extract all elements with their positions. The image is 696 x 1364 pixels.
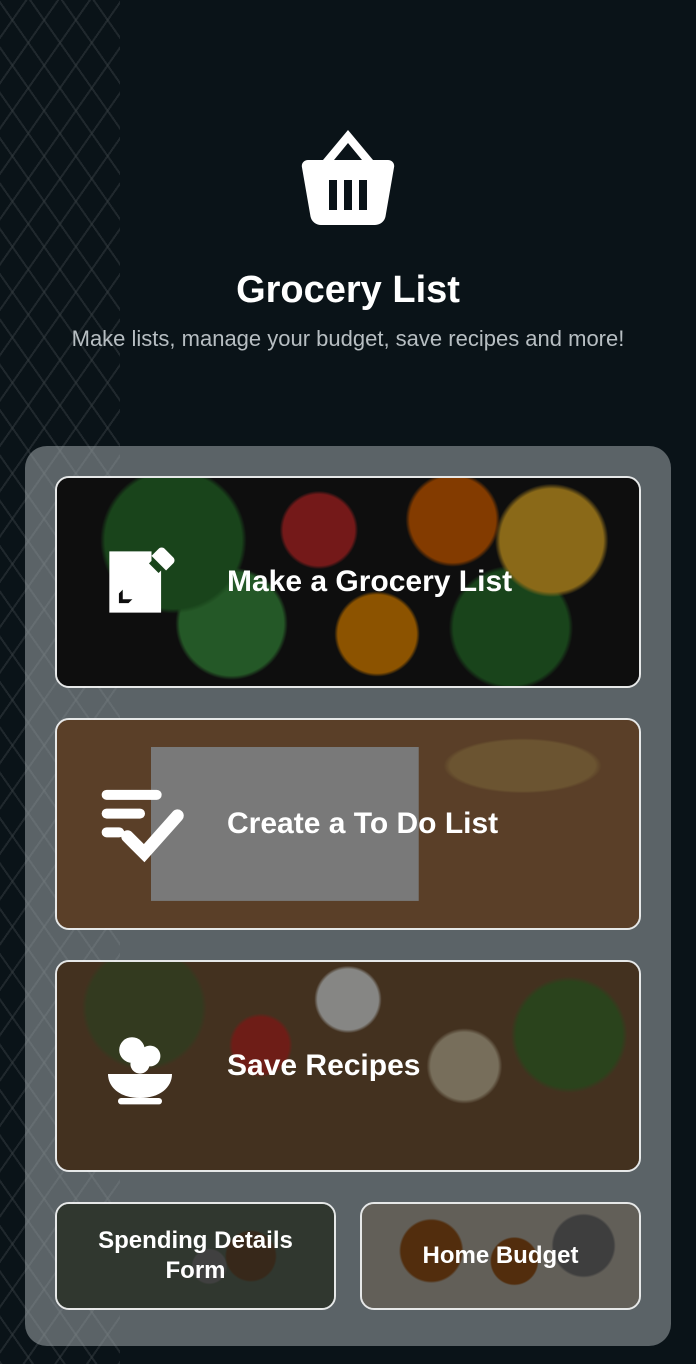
card-make-grocery-list[interactable]: Make a Grocery List bbox=[55, 476, 641, 688]
checklist-icon bbox=[85, 774, 195, 874]
basket-icon bbox=[288, 120, 408, 245]
noodle-bowl-icon bbox=[85, 1018, 195, 1114]
card-spending-details-form[interactable]: Spending Details Form bbox=[55, 1202, 336, 1310]
card-label: Home Budget bbox=[423, 1241, 579, 1271]
card-label: Save Recipes bbox=[227, 1049, 420, 1083]
card-create-todo-list[interactable]: Create a To Do List bbox=[55, 718, 641, 930]
actions-panel: Make a Grocery List Create a To Do List bbox=[25, 446, 671, 1346]
page-subtitle: Make lists, manage your budget, save rec… bbox=[0, 326, 696, 352]
page-title: Grocery List bbox=[0, 269, 696, 312]
card-label: Make a Grocery List bbox=[227, 565, 512, 599]
card-home-budget[interactable]: Home Budget bbox=[360, 1202, 641, 1310]
card-label: Spending Details Form bbox=[71, 1226, 320, 1286]
pencil-square-icon bbox=[85, 536, 195, 628]
card-save-recipes[interactable]: Save Recipes bbox=[55, 960, 641, 1172]
card-label: Create a To Do List bbox=[227, 807, 498, 841]
hero: Grocery List Make lists, manage your bud… bbox=[0, 0, 696, 352]
small-cards-row: Spending Details Form Home Budget bbox=[55, 1202, 641, 1310]
